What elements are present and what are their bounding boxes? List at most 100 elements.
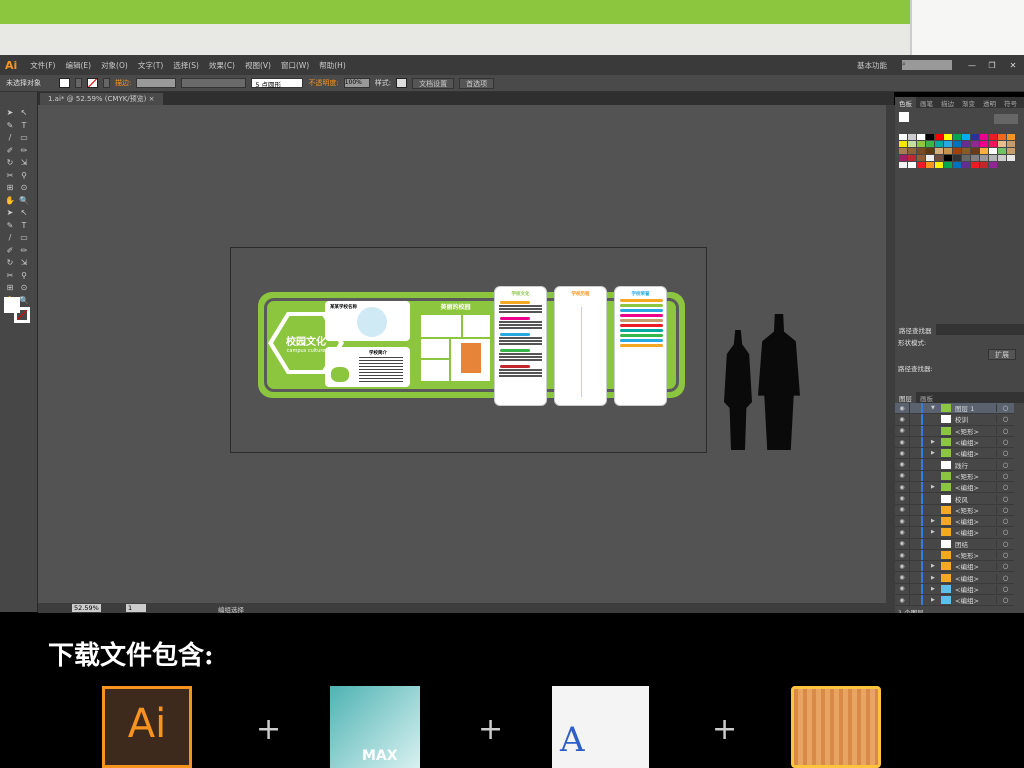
swatch[interactable] xyxy=(971,155,979,161)
swatch[interactable] xyxy=(944,141,952,147)
lock-toggle[interactable] xyxy=(909,436,921,448)
expand-arrow-icon[interactable]: ▶ xyxy=(931,575,941,581)
swatch[interactable] xyxy=(953,141,961,147)
search-input[interactable]: ⌕ xyxy=(902,60,952,70)
layer-row[interactable]: ◉ ▶ <编组> ○ xyxy=(895,482,1014,494)
target-icon[interactable]: ○ xyxy=(996,415,1014,424)
swatch[interactable] xyxy=(989,162,997,168)
target-icon[interactable]: ○ xyxy=(996,584,1014,593)
eye-icon[interactable]: ◉ xyxy=(895,405,909,412)
tool-icon[interactable]: ▭ xyxy=(19,233,29,242)
tool-icon[interactable]: ➤ xyxy=(5,208,15,217)
target-icon[interactable]: ○ xyxy=(996,494,1014,503)
swatch[interactable] xyxy=(962,155,970,161)
swatch[interactable] xyxy=(917,148,925,154)
target-icon[interactable]: ○ xyxy=(996,573,1014,582)
lock-toggle[interactable] xyxy=(909,527,921,538)
tool-icon[interactable]: T xyxy=(19,221,29,230)
tool-icon[interactable]: ⊞ xyxy=(5,183,15,192)
swatch[interactable] xyxy=(926,141,934,147)
lock-toggle[interactable] xyxy=(909,414,921,425)
eye-icon[interactable]: ◉ xyxy=(895,506,909,513)
tool-icon[interactable]: 🔍 xyxy=(19,196,29,205)
stroke-label[interactable]: 描边: xyxy=(115,78,131,88)
swatch[interactable] xyxy=(926,148,934,154)
stroke-color-box[interactable] xyxy=(14,307,30,323)
target-icon[interactable]: ○ xyxy=(996,404,1014,413)
swatch[interactable] xyxy=(980,162,988,168)
tool-icon[interactable]: ▭ xyxy=(19,133,29,142)
swatch[interactable] xyxy=(917,134,925,140)
layer-row[interactable]: ◉ ▶ <编组> ○ xyxy=(895,595,1014,607)
swatch[interactable] xyxy=(926,134,934,140)
expand-arrow-icon[interactable]: ▼ xyxy=(931,405,941,411)
lock-toggle[interactable] xyxy=(909,459,921,470)
layer-row[interactable]: ◉ ▶ <编组> ○ xyxy=(895,561,1014,573)
menu-item[interactable]: 窗口(W) xyxy=(276,60,314,71)
eye-icon[interactable]: ◉ xyxy=(895,540,909,547)
menu-item[interactable]: 文件(F) xyxy=(25,60,60,71)
swatch[interactable] xyxy=(971,162,979,168)
layer-row[interactable]: ◉ ▶ <编组> ○ xyxy=(895,527,1014,539)
tool-icon[interactable]: ✐ xyxy=(5,146,15,155)
target-icon[interactable]: ○ xyxy=(996,528,1014,537)
tool-icon[interactable]: ✂ xyxy=(5,271,15,280)
eye-icon[interactable]: ◉ xyxy=(895,427,909,434)
tool-icon[interactable]: 🔍 xyxy=(19,296,29,305)
swatch[interactable] xyxy=(899,134,907,140)
swatch[interactable] xyxy=(980,155,988,161)
eye-icon[interactable]: ◉ xyxy=(895,484,909,491)
swatch[interactable] xyxy=(971,134,979,140)
view-toggle[interactable] xyxy=(994,114,1018,124)
swatch[interactable] xyxy=(944,148,952,154)
swatch[interactable] xyxy=(989,148,997,154)
eye-icon[interactable]: ◉ xyxy=(895,585,909,592)
vertical-scrollbar[interactable] xyxy=(886,105,895,603)
swatch[interactable] xyxy=(917,162,925,168)
eye-icon[interactable]: ◉ xyxy=(895,472,909,479)
tool-icon[interactable]: ✂ xyxy=(5,171,15,180)
tab-5[interactable]: 符号 xyxy=(1000,97,1021,108)
eye-icon[interactable]: ◉ xyxy=(895,495,909,502)
expand-arrow-icon[interactable]: ▶ xyxy=(931,439,941,445)
eye-icon[interactable]: ◉ xyxy=(895,439,909,446)
menu-item[interactable]: 视图(V) xyxy=(240,60,276,71)
lock-toggle[interactable] xyxy=(909,538,921,549)
lock-toggle[interactable] xyxy=(909,515,921,527)
tab-1[interactable]: 画笔 xyxy=(916,97,937,108)
lock-toggle[interactable] xyxy=(909,572,921,583)
target-icon[interactable]: ○ xyxy=(996,471,1014,480)
swatch[interactable] xyxy=(1007,148,1015,154)
preferences-button[interactable]: 首选项 xyxy=(459,77,495,89)
swatch[interactable] xyxy=(998,141,1006,147)
lock-toggle[interactable] xyxy=(909,470,921,482)
swatch[interactable] xyxy=(926,162,934,168)
stroke-dropdown[interactable] xyxy=(103,78,110,88)
swatch[interactable] xyxy=(926,155,934,161)
swatch[interactable] xyxy=(953,162,961,168)
tab-pathfinder[interactable]: 路径查找器 xyxy=(895,324,936,335)
layer-row[interactable]: ◉ ▼ 图层 1 ○ xyxy=(895,403,1014,415)
tool-icon[interactable]: ↻ xyxy=(5,158,15,167)
expand-arrow-icon[interactable]: ▶ xyxy=(931,529,941,535)
eye-icon[interactable]: ◉ xyxy=(895,552,909,559)
brush-field[interactable]: 5 点圆形 xyxy=(251,78,304,89)
expand-arrow-icon[interactable]: ▶ xyxy=(931,450,941,456)
tool-icon[interactable]: ✎ xyxy=(5,221,15,230)
lock-toggle[interactable] xyxy=(909,493,921,504)
tool-icon[interactable]: ✏ xyxy=(19,146,29,155)
swatch[interactable] xyxy=(935,141,943,147)
layer-row[interactable]: ◉ ▶ <编组> ○ xyxy=(895,583,1014,596)
lock-toggle[interactable] xyxy=(909,504,921,515)
expand-arrow-icon[interactable]: ▶ xyxy=(931,518,941,524)
swatch[interactable] xyxy=(953,134,961,140)
tool-icon[interactable]: ⚲ xyxy=(19,171,29,180)
swatch[interactable] xyxy=(908,162,916,168)
expand-button[interactable]: 扩展 xyxy=(988,349,1016,360)
swatch[interactable] xyxy=(899,148,907,154)
menu-item[interactable]: 编辑(E) xyxy=(60,60,96,71)
swatch[interactable] xyxy=(998,134,1006,140)
swatch[interactable] xyxy=(989,155,997,161)
menu-item[interactable]: 帮助(H) xyxy=(314,60,351,71)
target-icon[interactable]: ○ xyxy=(996,551,1014,559)
